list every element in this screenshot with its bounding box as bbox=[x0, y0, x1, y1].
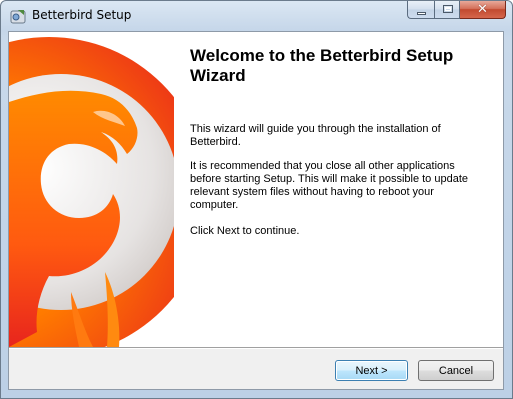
caption-buttons: ✕ bbox=[407, 1, 506, 20]
next-button[interactable]: Next > bbox=[335, 360, 408, 381]
cancel-button[interactable]: Cancel bbox=[418, 360, 494, 381]
betterbird-logo-icon bbox=[9, 32, 174, 347]
footer-separator bbox=[9, 347, 503, 349]
setup-window: Betterbird Setup ✕ Welcome to the Better… bbox=[0, 0, 513, 399]
minimize-icon bbox=[417, 12, 426, 15]
wizard-heading: Welcome to the Betterbird Setup Wizard bbox=[190, 46, 454, 85]
welcome-panel: Welcome to the Betterbird Setup Wizard T… bbox=[9, 32, 503, 347]
maximize-button[interactable] bbox=[434, 1, 460, 19]
wizard-client-area: Welcome to the Betterbird Setup Wizard T… bbox=[8, 31, 504, 390]
window-title: Betterbird Setup bbox=[32, 8, 132, 22]
app-icon[interactable] bbox=[10, 8, 26, 24]
maximize-icon bbox=[443, 5, 453, 13]
close-icon: ✕ bbox=[477, 2, 488, 17]
minimize-button[interactable] bbox=[407, 1, 434, 19]
betterbird-logo-image bbox=[9, 32, 174, 347]
wizard-continue-text: Click Next to continue. bbox=[190, 225, 300, 237]
wizard-recommendation-text: It is recommended that you close all oth… bbox=[190, 160, 469, 211]
title-bar[interactable]: Betterbird Setup ✕ bbox=[1, 1, 512, 31]
wizard-intro-text: This wizard will guide you through the i… bbox=[190, 123, 441, 148]
close-button[interactable]: ✕ bbox=[460, 1, 506, 19]
